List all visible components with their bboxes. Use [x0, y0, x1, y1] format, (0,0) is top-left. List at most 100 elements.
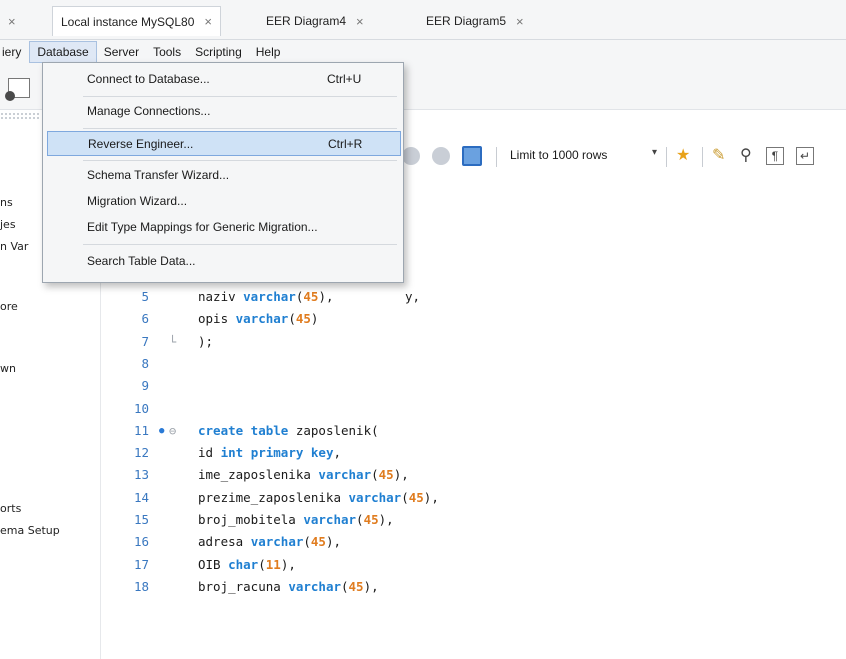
menu-separator [83, 160, 397, 161]
menu-tools[interactable]: Tools [146, 41, 188, 63]
sql-number: 45 [363, 512, 379, 527]
sql-keyword: create table [198, 422, 289, 438]
close-icon[interactable]: × [356, 14, 364, 29]
sql-number: 45 [303, 289, 319, 304]
menu-help[interactable]: Help [249, 41, 288, 63]
sql-token: ); [198, 333, 214, 349]
code-line: 11 ● ⊖ create table zaposlenik( [101, 420, 846, 442]
limit-rows-select[interactable]: Limit to 1000 rows [510, 148, 607, 162]
sidebar-item[interactable]: wn [0, 362, 16, 375]
sql-number: 45 [310, 534, 326, 550]
sql-keyword: varchar [235, 311, 289, 327]
line-number: 9 [141, 378, 149, 394]
line-number: 12 [133, 445, 149, 461]
menu-server[interactable]: Server [97, 41, 146, 63]
menu-item-label: Edit Type Mappings for Generic Migration… [87, 220, 318, 234]
sql-token: ime_zaposlenika [198, 467, 319, 483]
invisible-chars-icon[interactable]: ¶ [766, 147, 784, 165]
line-number: 16 [133, 534, 149, 550]
sql-token: ), [280, 556, 296, 572]
tab-previous[interactable]: × [0, 8, 24, 34]
menu-separator [83, 128, 397, 129]
menu-item-schema-transfer-wizard[interactable]: Schema Transfer Wizard... [47, 163, 401, 188]
line-number: 5 [141, 289, 149, 304]
close-icon[interactable]: × [516, 14, 524, 29]
wrap-icon[interactable]: ↵ [796, 147, 814, 165]
close-icon[interactable]: × [204, 14, 212, 29]
menu-item-label: Manage Connections... [87, 104, 211, 118]
sql-keyword: varchar [250, 534, 304, 550]
fold-end-icon: └ [169, 334, 177, 349]
code-text: ime_zaposlenika varchar(45), [198, 464, 409, 486]
sql-keyword: varchar [303, 512, 357, 527]
menu-item-migration-wizard[interactable]: Migration Wizard... [47, 189, 401, 214]
code-line: 13 ime_zaposlenika varchar(45), [101, 464, 846, 486]
menu-item-label: Connect to Database... [87, 72, 210, 86]
sql-token: ( [258, 556, 266, 572]
code-line: 8 [101, 353, 846, 375]
sql-keyword: char [228, 556, 259, 572]
menu-item-edit-type-mappings[interactable]: Edit Type Mappings for Generic Migration… [47, 215, 401, 240]
line-number: 18 [133, 578, 149, 594]
sql-number: 11 [265, 556, 281, 572]
line-number: 17 [133, 556, 149, 572]
sql-number: 45 [348, 578, 364, 594]
line-number: 6 [141, 311, 149, 327]
sql-token: ( [288, 311, 296, 327]
tab-local-instance[interactable]: Local instance MySQL80 × [52, 6, 221, 36]
sql-number: 45 [295, 311, 311, 327]
sidebar-item[interactable]: ema Setup [0, 524, 60, 537]
menu-item-reverse-engineer[interactable]: Reverse Engineer... Ctrl+R [47, 131, 401, 156]
sql-token: ), [378, 512, 394, 527]
sql-token: ) [310, 311, 319, 327]
code-text: opis varchar(45) [198, 308, 318, 330]
toolbar-grip[interactable] [0, 112, 40, 120]
cancel-icon[interactable] [432, 147, 450, 165]
workbench-window: × Local instance MySQL80 × EER Diagram4 … [0, 0, 846, 659]
menu-query[interactable]: iery [0, 41, 29, 63]
tab-eer-diagram4[interactable]: EER Diagram4 × [258, 8, 372, 34]
beautify-icon[interactable]: ✎ [712, 147, 725, 165]
menu-item-manage-connections[interactable]: Manage Connections... [47, 99, 401, 124]
toolbar-divider [666, 147, 667, 167]
code-text: OIB char(11), [198, 554, 296, 576]
menu-item-search-table-data[interactable]: Search Table Data... [47, 249, 401, 274]
find-icon[interactable]: ⚲ [740, 147, 752, 165]
tab-eer-diagram5[interactable]: EER Diagram5 × [418, 8, 532, 34]
sidebar-item[interactable]: n Var [0, 240, 28, 253]
code-text: id int primary key, [198, 442, 341, 464]
toggle-autocommit-icon[interactable] [462, 146, 482, 166]
sidebar-item[interactable]: ns [0, 196, 13, 209]
code-text: broj_mobitela varchar(45), [198, 509, 394, 531]
sql-token: adresa [198, 534, 251, 550]
close-icon[interactable]: × [8, 14, 16, 29]
sql-token: ( [356, 512, 364, 527]
menu-item-label: Reverse Engineer... [88, 137, 194, 151]
sql-token: ), [325, 534, 342, 550]
sidebar-item[interactable]: jes [0, 218, 16, 231]
sidebar-item[interactable]: orts [0, 502, 21, 515]
tab-label: Local instance MySQL80 [61, 14, 195, 29]
stop-icon[interactable] [402, 147, 420, 165]
menu-scripting[interactable]: Scripting [188, 41, 249, 63]
fold-toggle-icon[interactable]: ⊖ [169, 420, 176, 442]
menu-bar: iery Database Server Tools Scripting Hel… [0, 40, 846, 64]
code-text: ); [198, 331, 213, 353]
code-line: 16 adresa varchar(45), [101, 531, 846, 553]
new-query-tab-icon[interactable] [5, 78, 30, 101]
sql-token: , [333, 445, 342, 461]
chevron-down-icon[interactable]: ▾ [652, 147, 657, 158]
statement-marker-icon: ● [159, 425, 165, 436]
code-text: adresa varchar(45), [198, 531, 341, 553]
code-line: 5 naziv varchar(45), [101, 286, 846, 308]
sql-token: naziv [198, 289, 244, 304]
menu-item-label: Migration Wizard... [87, 194, 188, 208]
menu-database[interactable]: Database [29, 41, 97, 63]
menu-separator [83, 244, 397, 245]
sidebar-item[interactable]: ore [0, 300, 18, 313]
menu-item-connect-to-database[interactable]: Connect to Database... Ctrl+U [47, 67, 401, 92]
sql-token: ( [371, 467, 379, 483]
tab-label: EER Diagram5 [426, 14, 507, 28]
favorite-star-icon[interactable]: ★ [676, 147, 690, 165]
